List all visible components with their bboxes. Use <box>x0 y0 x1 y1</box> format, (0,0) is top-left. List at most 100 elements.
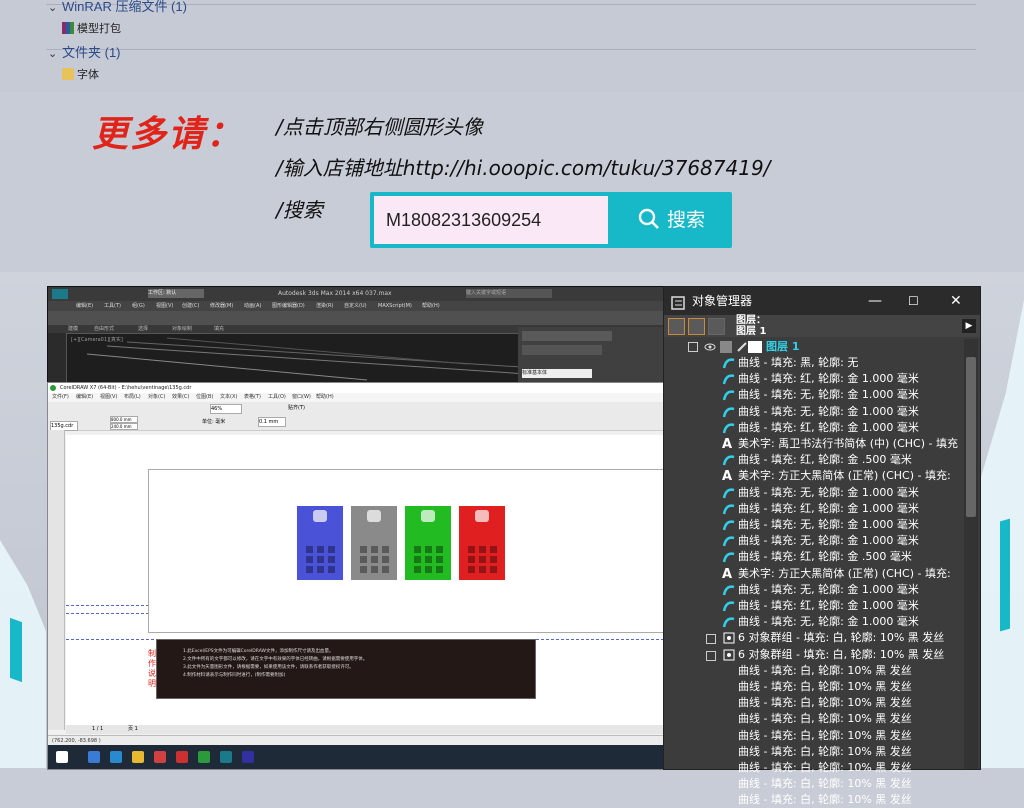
3dsmax-icon[interactable] <box>220 751 232 763</box>
menu-item[interactable]: 布局(L) <box>124 393 141 402</box>
object-row[interactable]: 曲线 - 填充: 无, 轮廓: 金 1.000 毫米 <box>664 533 964 549</box>
snap-dropdown[interactable]: 贴齐(T) <box>288 404 305 411</box>
object-row[interactable]: 6 对象群组 - 填充: 白, 轮廓: 10% 黑 发丝 <box>664 647 964 663</box>
business-card-red[interactable] <box>459 506 505 580</box>
ribbon-tab[interactable]: 选择 <box>138 325 148 333</box>
chrome-icon[interactable] <box>154 751 166 763</box>
object-row[interactable]: 曲线 - 填充: 白, 轮廓: 10% 黑 发丝 <box>664 744 964 760</box>
business-card-blue[interactable] <box>297 506 343 580</box>
file-item-font-folder[interactable]: 字体 <box>62 66 99 82</box>
business-card-gray[interactable] <box>351 506 397 580</box>
collapse-toggle-icon[interactable] <box>688 342 698 352</box>
menu-item[interactable]: 视图(V) <box>156 301 173 311</box>
shop-search-input[interactable]: M18082313609254 <box>374 196 608 244</box>
object-row[interactable]: 曲线 - 填充: 无, 轮廓: 金 1.000 毫米 <box>664 485 964 501</box>
primitive-dropdown[interactable]: 标准基本体 <box>522 369 592 378</box>
object-row[interactable]: 曲线 - 填充: 黑, 轮廓: 无 <box>664 355 964 371</box>
units-dropdown[interactable]: 单位: 毫米 <box>202 418 225 425</box>
app-icon[interactable] <box>176 751 188 763</box>
menu-item[interactable]: 创建(C) <box>182 301 199 311</box>
object-row[interactable]: 曲线 - 填充: 无, 轮廓: 金 1.000 毫米 <box>664 517 964 533</box>
object-row[interactable]: 曲线 - 填充: 白, 轮廓: 10% 黑 发丝 <box>664 711 964 727</box>
menu-item[interactable]: 表格(T) <box>244 393 261 402</box>
menu-item[interactable]: 修改器(M) <box>210 301 233 311</box>
ribbon-tab[interactable]: 建模 <box>68 325 78 333</box>
show-properties-icon[interactable] <box>668 318 685 335</box>
3dsmax-search-input[interactable]: 键入关键字或短语 <box>466 289 552 298</box>
windows-start-icon[interactable] <box>56 751 68 763</box>
object-row[interactable]: 曲线 - 填充: 红, 轮廓: 金 1.000 毫米 <box>664 501 964 517</box>
object-row[interactable]: 曲线 - 填充: 红, 轮廓: 金 .500 毫米 <box>664 452 964 468</box>
coreldraw-toolbox[interactable] <box>48 430 65 730</box>
command-panel-icons[interactable] <box>522 345 602 355</box>
photoshop-icon[interactable] <box>242 751 254 763</box>
zoom-dropdown[interactable]: 46% <box>210 404 242 414</box>
group-header-winrar[interactable]: ⌄ WinRAR 压缩文件 (1) <box>48 0 187 15</box>
business-card-green[interactable] <box>405 506 451 580</box>
command-panel-tabs[interactable] <box>522 331 612 341</box>
menu-item[interactable]: 自定义(U) <box>344 301 367 311</box>
menu-item[interactable]: 文本(X) <box>220 393 237 402</box>
printer-icon[interactable] <box>720 341 732 353</box>
object-row[interactable]: 曲线 - 填充: 白, 轮廓: 10% 黑 发丝 <box>664 695 964 711</box>
object-row[interactable]: A 美术字: 方正大黑简体 (正常) (CHC) - 填充: <box>664 468 964 484</box>
height-field[interactable]: 240.0 mm <box>110 423 138 430</box>
object-row[interactable]: A 美术字: 方正大黑简体 (正常) (CHC) - 填充: <box>664 566 964 582</box>
coreldraw-icon[interactable] <box>198 751 210 763</box>
explorer-icon[interactable] <box>110 751 122 763</box>
panel-menu-arrow-icon[interactable]: ▶ <box>962 319 976 333</box>
menu-item[interactable]: 组(G) <box>132 301 145 311</box>
menu-item[interactable]: 效果(C) <box>172 393 189 402</box>
menu-item[interactable]: 帮助(H) <box>422 301 440 311</box>
layer-manager-icon[interactable] <box>708 318 725 335</box>
object-row[interactable]: 曲线 - 填充: 无, 轮廓: 金 1.000 毫米 <box>664 614 964 630</box>
object-row[interactable]: 曲线 - 填充: 白, 轮廓: 10% 黑 发丝 <box>664 663 964 679</box>
ie-icon[interactable] <box>88 751 100 763</box>
object-row[interactable]: 曲线 - 填充: 无, 轮廓: 金 1.000 毫米 <box>664 582 964 598</box>
menu-item[interactable]: 窗口(W) <box>292 393 311 402</box>
menu-item[interactable]: 位图(B) <box>196 393 213 402</box>
menu-item[interactable]: 图形编辑器(D) <box>272 301 305 311</box>
edit-across-layers-icon[interactable] <box>688 318 705 335</box>
ribbon-tab[interactable]: 对象绘制 <box>172 325 192 333</box>
nudge-field[interactable]: 0.1 mm <box>258 417 286 427</box>
maximize-icon[interactable]: ☐ <box>908 287 919 315</box>
menu-item[interactable]: 帮助(H) <box>316 393 334 402</box>
menu-item[interactable]: 视图(V) <box>100 393 117 402</box>
eye-icon[interactable] <box>704 341 716 353</box>
object-row[interactable]: 曲线 - 填充: 无, 轮廓: 金 1.000 毫米 <box>664 387 964 403</box>
scrollbar-thumb[interactable] <box>966 357 976 517</box>
ribbon-tab[interactable]: 自由形式 <box>94 325 114 333</box>
menu-item[interactable]: MAXScript(M) <box>378 301 412 311</box>
object-row[interactable]: 6 对象群组 - 填充: 白, 轮廓: 10% 黑 发丝 <box>664 630 964 646</box>
minimize-icon[interactable]: — <box>868 287 882 315</box>
ribbon-tab[interactable]: 填充 <box>214 325 224 333</box>
object-row[interactable]: A 美术字: 禹卫书法行书简体 (中) (CHC) - 填充 <box>664 436 964 452</box>
file-item-model-archive[interactable]: 模型打包 <box>62 20 121 36</box>
object-row[interactable]: 曲线 - 填充: 白, 轮廓: 10% 黑 发丝 <box>664 679 964 695</box>
menu-item[interactable]: 工具(T) <box>104 301 121 311</box>
menu-item[interactable]: 动画(A) <box>244 301 261 311</box>
menu-item[interactable]: 文件(F) <box>52 393 69 402</box>
menu-item[interactable]: 对象(C) <box>148 393 165 402</box>
object-row[interactable]: 曲线 - 填充: 红, 轮廓: 金 1.000 毫米 <box>664 420 964 436</box>
object-row[interactable]: 曲线 - 填充: 红, 轮廓: 金 1.000 毫米 <box>664 598 964 614</box>
folder-icon[interactable] <box>132 751 144 763</box>
expand-toggle-icon[interactable] <box>706 634 716 645</box>
shop-search-button[interactable]: 搜索 <box>612 196 730 244</box>
object-row[interactable]: 曲线 - 填充: 白, 轮廓: 10% 黑 发丝 <box>664 792 964 808</box>
layer-row[interactable]: 图层 1 <box>664 339 964 355</box>
object-row[interactable]: 曲线 - 填充: 红, 轮廓: 金 1.000 毫米 <box>664 371 964 387</box>
object-row[interactable]: 曲线 - 填充: 白, 轮廓: 10% 黑 发丝 <box>664 776 964 792</box>
menu-item[interactable]: 工具(O) <box>268 393 286 402</box>
3dsmax-viewport[interactable]: [+][Camera01][真实] <box>66 333 538 383</box>
object-row[interactable]: 曲线 - 填充: 白, 轮廓: 10% 黑 发丝 <box>664 760 964 776</box>
menu-item[interactable]: 渲染(R) <box>316 301 333 311</box>
group-header-folder[interactable]: ⌄ 文件夹 (1) <box>48 42 121 61</box>
pencil-icon[interactable] <box>736 341 748 353</box>
workspace-dropdown[interactable]: 工作区: 默认 <box>148 289 204 298</box>
expand-toggle-icon[interactable] <box>706 650 716 661</box>
object-row[interactable]: 曲线 - 填充: 无, 轮廓: 金 1.000 毫米 <box>664 404 964 420</box>
menu-item[interactable]: 编辑(E) <box>76 393 93 402</box>
menu-item[interactable]: 编辑(E) <box>76 301 93 311</box>
